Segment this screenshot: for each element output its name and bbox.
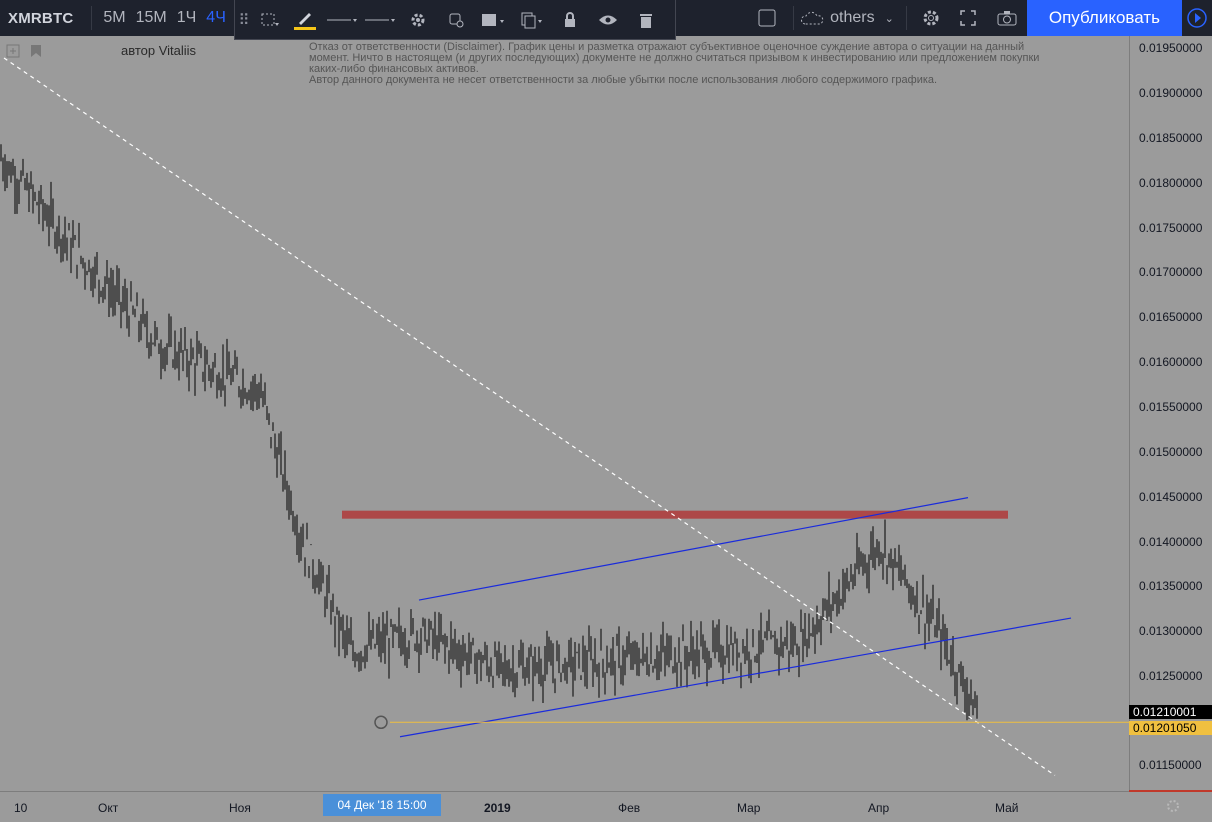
cloud-icon — [801, 11, 824, 25]
price-label: 0.01400000 — [1139, 535, 1203, 549]
tf-15m[interactable]: 15M — [131, 9, 172, 27]
eye-icon[interactable] — [589, 2, 627, 38]
author-label: автор Vitaliis — [121, 43, 197, 58]
others-dropdown[interactable]: others ⌄ — [800, 9, 900, 27]
support-line-handle — [374, 715, 388, 730]
time-label: Ноя — [229, 801, 251, 815]
separator — [91, 6, 93, 30]
right-toolbar: others ⌄ Опубликовать — [747, 0, 1212, 36]
tf-1h[interactable]: 1Ч — [172, 9, 202, 27]
fullscreen-icon[interactable] — [949, 9, 987, 27]
scale-divider — [1129, 790, 1212, 792]
play-icon[interactable] — [1182, 0, 1212, 36]
drawing-toolbar: ⠿ — [234, 0, 676, 40]
price-label: 0.01850000 — [1139, 131, 1203, 145]
checkbox-icon[interactable] — [747, 8, 787, 28]
trash-icon[interactable] — [627, 2, 665, 38]
time-label: Фев — [618, 801, 641, 815]
time-label: Апр — [868, 801, 890, 815]
gear-icon[interactable] — [913, 8, 949, 28]
camera-icon[interactable] — [987, 9, 1027, 27]
tf-4h[interactable]: 4Ч — [201, 9, 231, 27]
time-label: 2019 — [484, 801, 511, 815]
price-label: 0.01600000 — [1139, 355, 1203, 369]
clone-icon[interactable] — [437, 2, 475, 38]
price-label: 0.01550000 — [1139, 400, 1203, 414]
bookmark-icon[interactable] — [30, 44, 42, 63]
resistance-zone — [342, 510, 1008, 519]
price-label: 0.01150000 — [1139, 758, 1202, 772]
time-label: Мар — [737, 801, 761, 815]
line-width-icon[interactable] — [361, 2, 399, 38]
price-label: 0.01500000 — [1139, 445, 1203, 459]
pen-color-swatch — [294, 26, 316, 30]
price-label: 0.01750000 — [1139, 221, 1203, 235]
support-price-tag: 0.01201050 — [1129, 721, 1212, 735]
layers-icon[interactable] — [475, 2, 513, 38]
price-label: 0.01250000 — [1139, 669, 1203, 683]
tf-5m[interactable]: 5M — [98, 9, 130, 27]
symbol-label[interactable]: XMRBTC — [0, 10, 85, 27]
pencil-icon[interactable] — [287, 2, 323, 38]
price-label: 0.01650000 — [1139, 310, 1203, 324]
price-label: 0.01950000 — [1139, 41, 1203, 55]
time-label: Май — [995, 801, 1019, 815]
price-chart[interactable] — [0, 36, 1129, 791]
time-label: 10 — [14, 801, 28, 815]
price-label: 0.01300000 — [1139, 624, 1203, 638]
others-label: others — [830, 9, 875, 26]
price-label: 0.01350000 — [1139, 579, 1203, 593]
crosshair-time-label: 04 Дек '18 15:00 — [323, 794, 441, 816]
last-price-value: 0.01210001 — [1133, 705, 1197, 719]
select-rect-icon[interactable] — [253, 2, 287, 38]
lock-icon[interactable] — [551, 2, 589, 38]
copy-icon[interactable] — [513, 2, 551, 38]
price-label: 0.01900000 — [1139, 86, 1203, 100]
price-label: 0.01450000 — [1139, 490, 1203, 504]
line-style-icon[interactable] — [323, 2, 361, 38]
chevron-down-icon: ⌄ — [884, 12, 894, 25]
settings-icon[interactable] — [399, 2, 437, 38]
price-label: 0.01800000 — [1139, 176, 1203, 190]
price-label: 0.01700000 — [1139, 265, 1203, 279]
time-label: Окт — [98, 801, 119, 815]
disclaimer-text: Отказ от ответственности (Disclaimer). Г… — [309, 42, 1129, 86]
time-scale[interactable] — [0, 791, 1212, 822]
publish-button[interactable]: Опубликовать — [1026, 0, 1182, 36]
separator — [793, 6, 795, 30]
drag-handle-icon[interactable]: ⠿ — [235, 2, 253, 38]
scale-settings-icon[interactable] — [1165, 798, 1181, 819]
support-price-value: 0.01201050 — [1133, 721, 1197, 735]
disclaimer-line: Автор данного документа не несет ответст… — [309, 74, 938, 86]
separator — [905, 6, 907, 30]
collapse-icon[interactable] — [6, 44, 20, 63]
last-price-tag: 0.01210001 — [1129, 705, 1212, 719]
